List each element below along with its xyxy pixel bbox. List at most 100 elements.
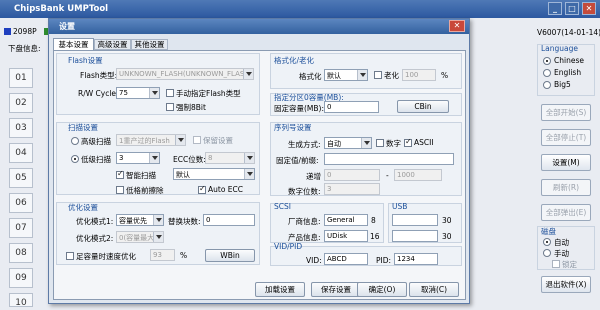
slot-06[interactable]: 06 (9, 193, 33, 213)
high-scan-radio[interactable] (71, 137, 79, 145)
disk-info-label: 下盘信息: (8, 44, 41, 53)
smart-scan-select[interactable]: 默认 (173, 168, 255, 180)
ecc-bits-label: ECC位数: (173, 155, 206, 164)
erase-before-format-label: 低格前擦除 (126, 186, 164, 195)
ecc-bits-select[interactable]: 8 (205, 152, 255, 164)
maximize-icon[interactable]: □ (565, 2, 579, 15)
disk-auto-radio[interactable] (543, 238, 551, 246)
prefix-input[interactable] (324, 153, 454, 165)
percent-label: % (180, 251, 188, 260)
ascii-checkbox[interactable] (404, 137, 412, 147)
usb-product-input[interactable] (392, 230, 438, 242)
aging-percent-label: % (441, 71, 449, 80)
vid-label: VID: (306, 256, 322, 265)
disk-title: 磁盘 (541, 227, 556, 236)
tab-other[interactable]: 其他设置 (131, 39, 168, 50)
replace-blocks-input[interactable]: 0 (203, 214, 255, 226)
version-label: V6007(14-01-14) (537, 28, 600, 37)
usb-vendor-input[interactable] (392, 214, 438, 226)
slot-07[interactable]: 07 (9, 218, 33, 238)
slot-03[interactable]: 03 (9, 118, 33, 138)
refresh-button[interactable]: 刷新(R) (541, 179, 591, 196)
vendor-input[interactable]: General (324, 214, 368, 226)
slot-04[interactable]: 04 (9, 143, 33, 163)
app-title: ChipsBank UMPTool (14, 4, 109, 14)
tab-advanced[interactable]: 高级设置 (94, 39, 131, 50)
digit-checkbox[interactable] (376, 139, 384, 147)
increment-to-input[interactable]: 1000 (394, 169, 442, 181)
aging-checkbox[interactable] (374, 71, 382, 79)
slot-09[interactable]: 09 (9, 268, 33, 288)
dialog-title-bar: 设置 ✕ (49, 19, 469, 34)
manual-flash-checkbox[interactable] (166, 89, 174, 97)
opt-mode2-label: 优化模式2: (76, 234, 114, 243)
digit-label: 数字 (386, 139, 401, 148)
minimize-icon[interactable]: _ (548, 2, 562, 15)
prefix-label: 固定值/前缀: (276, 156, 319, 165)
product-input[interactable]: UDisk (324, 230, 368, 242)
disk-manual-radio[interactable] (543, 249, 551, 257)
close-icon[interactable]: ✕ (582, 2, 596, 15)
ok-button[interactable]: 确定(O) (357, 282, 407, 297)
increment-label: 递增 (306, 172, 321, 181)
cbin-button[interactable]: CBin (397, 100, 449, 113)
slot-10[interactable]: 10 (9, 293, 33, 308)
save-settings-button[interactable]: 保存设置 (311, 282, 361, 297)
slot-02[interactable]: 02 (9, 93, 33, 113)
eject-all-button[interactable]: 全部弹出(E) (541, 204, 591, 221)
gen-mode-label: 生成方式: (288, 140, 321, 149)
full-capacity-percent-input[interactable]: 93 (150, 249, 175, 261)
opt-mode1-select[interactable]: 容量优先 (116, 214, 164, 226)
range-dash: - (386, 171, 389, 180)
dialog-title: 设置 (59, 22, 75, 31)
smart-scan-checkbox[interactable] (116, 169, 124, 179)
full-capacity-speed-label: 足容量时速度优化 (76, 252, 136, 261)
lang-chinese-radio[interactable] (543, 57, 551, 65)
high-scan-select[interactable]: 1重产过的Flash (116, 134, 186, 146)
full-capacity-speed-checkbox[interactable] (66, 252, 74, 260)
flash-type-select[interactable]: UNKNOWN_FLASH(UNKNOWN_FLASH) (116, 68, 254, 80)
pid-input[interactable]: 1234 (394, 253, 438, 265)
auto-ecc-checkbox[interactable] (198, 184, 206, 194)
keep-setting-checkbox[interactable] (193, 136, 201, 144)
slot-01[interactable]: 01 (9, 68, 33, 88)
format-section-title: 格式化/老化 (274, 56, 315, 65)
usb-section-title: USB (392, 202, 408, 211)
tab-basic[interactable]: 基本设置 (53, 38, 94, 50)
usb-vendor-length: 30 (442, 216, 452, 225)
lang-english-radio[interactable] (543, 69, 551, 77)
erase-before-format-checkbox[interactable] (116, 186, 124, 194)
opt-mode2-select[interactable]: 0(容量最大 (116, 231, 164, 243)
low-scan-select[interactable]: 3 (116, 152, 160, 164)
dialog-close-icon[interactable]: ✕ (449, 20, 465, 32)
low-scan-radio[interactable] (71, 155, 79, 163)
stop-all-button[interactable]: 全部停止(T) (541, 129, 591, 146)
exit-button[interactable]: 退出软件(X) (541, 276, 591, 293)
slot-08[interactable]: 08 (9, 243, 33, 263)
fixed-capacity-input[interactable]: 0 (324, 101, 379, 113)
cancel-button[interactable]: 取消(C) (409, 282, 459, 297)
slot-05[interactable]: 05 (9, 168, 33, 188)
force-8bit-checkbox[interactable] (166, 103, 174, 111)
language-group: Language Chinese English Big5 (537, 44, 595, 96)
lang-big5-radio[interactable] (543, 81, 551, 89)
digit-count-input[interactable]: 3 (324, 183, 380, 195)
opt-mode1-label: 优化模式1: (76, 217, 114, 226)
rw-cycle-select[interactable]: 75 (116, 87, 160, 99)
vid-input[interactable]: ABCD (324, 253, 368, 265)
replace-blocks-label: 替换块数: (168, 217, 201, 226)
language-title: Language (541, 44, 579, 53)
lock-checkbox[interactable] (552, 260, 560, 268)
aging-input[interactable]: 100 (402, 69, 436, 81)
settings-button[interactable]: 设置(M) (541, 154, 591, 171)
flash-section-title: Flash设置 (68, 56, 103, 65)
format-select[interactable]: 默认 (324, 69, 368, 81)
increment-from-input[interactable]: 0 (324, 169, 380, 181)
load-settings-button[interactable]: 加载设置 (255, 282, 305, 297)
app-title-bar: ChipsBank UMPTool _ □ ✕ (0, 0, 600, 18)
start-all-button[interactable]: 全部开始(S) (541, 104, 591, 121)
ascii-label: ASCII (414, 138, 434, 147)
gen-mode-select[interactable]: 自动 (324, 137, 372, 149)
wbin-button[interactable]: WBin (205, 249, 255, 262)
high-scan-label: 高级扫描 (81, 137, 111, 146)
